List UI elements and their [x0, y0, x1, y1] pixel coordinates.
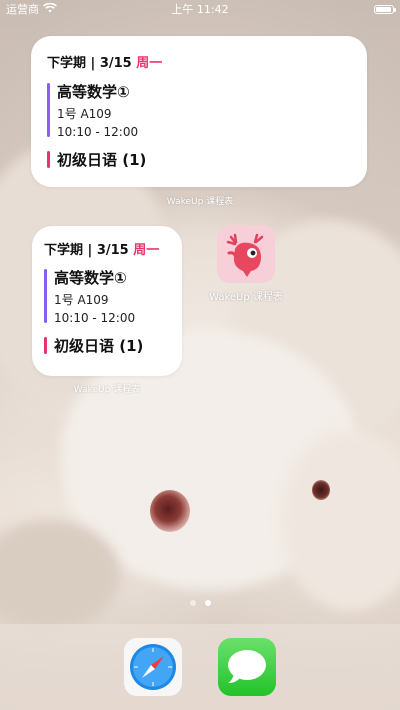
course-name: 高等数学①: [57, 83, 130, 101]
app-label: WakeUp 课程表: [209, 292, 283, 303]
course-room: 1号 A109: [54, 293, 109, 307]
course-name: 高等数学①: [54, 269, 127, 287]
wakeup-deer-icon: [217, 225, 275, 283]
course-color-bar: [47, 151, 50, 168]
course-item[interactable]: 初级日语 (1): [47, 149, 351, 170]
widget-label: WakeUp 课程表: [73, 385, 141, 395]
date-label: 3/15: [99, 56, 132, 71]
messages-icon: [218, 638, 276, 696]
dock: [0, 624, 400, 710]
plush-eye-right: [312, 480, 330, 500]
wakeup-widget-small[interactable]: 下学期 | 3/15 周一 高等数学① 1号 A109 10:10 - 12:0…: [32, 226, 182, 376]
course-time: 10:10 - 12:00: [57, 125, 139, 139]
course-name: 初级日语 (1): [54, 337, 144, 355]
wifi-icon: [43, 2, 57, 16]
course-item[interactable]: 高等数学① 1号 A109 10:10 - 12:00: [47, 81, 351, 139]
page-indicator[interactable]: [0, 600, 400, 606]
plush-eye-left: [150, 490, 190, 532]
date-label: 3/15: [96, 243, 129, 258]
term-label: 下学期: [47, 56, 87, 71]
widget-header: 下学期 | 3/15 周一: [47, 56, 163, 71]
course-item[interactable]: 初级日语 (1): [44, 335, 170, 356]
course-color-bar: [47, 83, 50, 137]
course-room: 1号 A109: [57, 107, 112, 121]
battery-icon: [374, 4, 396, 14]
course-color-bar: [44, 337, 47, 354]
course-time: 10:10 - 12:00: [54, 311, 136, 325]
course-color-bar: [44, 269, 47, 323]
weekday-label: 周一: [133, 243, 160, 258]
wakeup-app-icon[interactable]: [217, 225, 275, 283]
wakeup-widget-medium[interactable]: 下学期 | 3/15 周一 高等数学① 1号 A109 10:10 - 12:0…: [31, 36, 367, 187]
course-name: 初级日语 (1): [57, 151, 147, 169]
weekday-label: 周一: [136, 56, 163, 71]
page-dot-active[interactable]: [204, 600, 211, 606]
page-dot[interactable]: [189, 600, 196, 606]
widget-header: 下学期 | 3/15 周一: [44, 243, 160, 258]
safari-icon: [124, 638, 182, 696]
battery-level: [376, 6, 392, 12]
carrier-label: 运营商: [6, 3, 39, 16]
safari-app[interactable]: [124, 638, 182, 696]
messages-app[interactable]: [218, 638, 276, 696]
course-item[interactable]: 高等数学① 1号 A109 10:10 - 12:00: [44, 267, 170, 325]
clock: 上午 11:42: [171, 3, 229, 16]
term-label: 下学期: [44, 243, 84, 258]
status-bar: 运营商 上午 11:42: [0, 0, 400, 18]
widget-label: WakeUp 课程表: [166, 197, 234, 207]
